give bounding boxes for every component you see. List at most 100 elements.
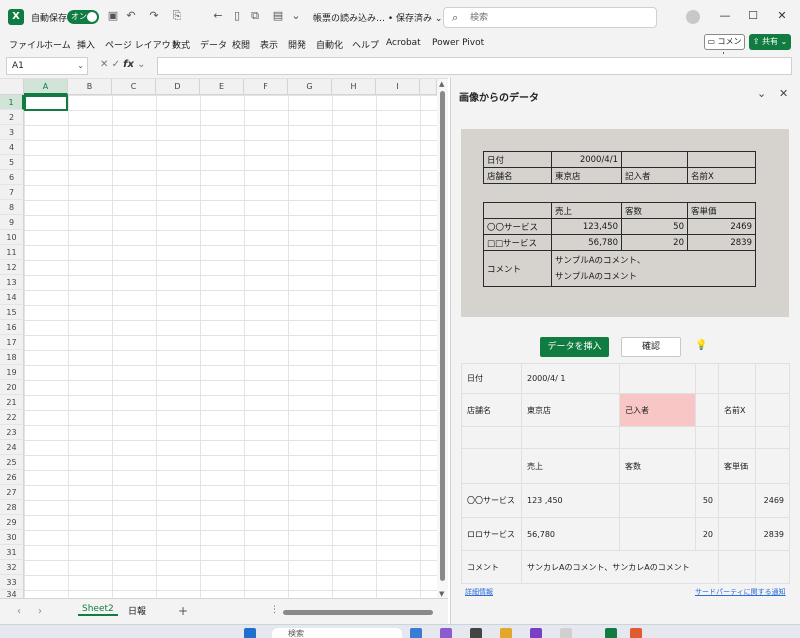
- form-icon[interactable]: ▤: [271, 9, 285, 23]
- result-cell[interactable]: 店舗名: [461, 393, 522, 427]
- row-header[interactable]: 15: [0, 305, 24, 320]
- tab-file[interactable]: ファイル: [9, 38, 45, 51]
- row-header[interactable]: 3: [0, 125, 24, 140]
- result-cell[interactable]: [695, 393, 719, 427]
- result-cell[interactable]: [718, 483, 756, 518]
- result-cell[interactable]: 123 ,450: [521, 483, 620, 518]
- scroll-down-icon[interactable]: ▼: [439, 590, 444, 598]
- result-cell[interactable]: 客単価: [718, 448, 756, 484]
- result-cell[interactable]: [619, 483, 696, 518]
- tab-insert[interactable]: 挿入: [77, 38, 95, 51]
- document-title[interactable]: 帳票の読み込み… • 保存済み ⌄: [313, 11, 442, 24]
- fx-icon[interactable]: fx: [123, 59, 134, 70]
- share-button[interactable]: ⇪ 共有 ⌄: [749, 34, 791, 50]
- result-cell[interactable]: 50: [695, 483, 719, 518]
- result-cell[interactable]: [619, 363, 696, 394]
- cell-area[interactable]: [24, 95, 437, 599]
- review-button[interactable]: 確認: [621, 337, 681, 357]
- result-cell[interactable]: 客数: [619, 448, 696, 484]
- row-header[interactable]: 30: [0, 530, 24, 545]
- column-header[interactable]: H: [332, 79, 376, 95]
- name-box[interactable]: A1 ⌄: [6, 57, 88, 75]
- row-header[interactable]: 4: [0, 140, 24, 155]
- row-header[interactable]: 16: [0, 320, 24, 335]
- result-cell[interactable]: 2000/4/ 1: [521, 363, 620, 394]
- result-cell[interactable]: 東京店: [521, 393, 620, 427]
- tab-data[interactable]: データ: [200, 38, 227, 51]
- select-all-corner[interactable]: [0, 79, 24, 95]
- scroll-thumb[interactable]: [440, 91, 445, 581]
- user-avatar[interactable]: [686, 10, 700, 24]
- result-cell[interactable]: [695, 448, 719, 484]
- result-cell[interactable]: [619, 426, 696, 449]
- pane-options-icon[interactable]: ⌄: [757, 87, 766, 100]
- file-explorer-icon[interactable]: [500, 628, 512, 638]
- result-cell[interactable]: コメント: [461, 550, 522, 584]
- row-header[interactable]: 19: [0, 365, 24, 380]
- result-cell[interactable]: [718, 550, 756, 584]
- app-icon[interactable]: [410, 628, 422, 638]
- tab-help[interactable]: ヘルプ: [352, 38, 379, 51]
- row-header[interactable]: 25: [0, 455, 24, 470]
- row-header[interactable]: 17: [0, 335, 24, 350]
- cancel-icon[interactable]: ✕: [100, 59, 108, 70]
- result-cell[interactable]: 2839: [755, 517, 790, 551]
- sheet-tab-nippo[interactable]: 日報: [124, 604, 150, 617]
- active-cell-a1[interactable]: [24, 95, 68, 111]
- row-header[interactable]: 1: [0, 95, 24, 110]
- result-cell[interactable]: [755, 550, 790, 584]
- third-party-notice-link[interactable]: サードパーティに関する通知: [695, 587, 786, 597]
- comment-button[interactable]: ▭ コメント: [704, 34, 745, 60]
- result-cell[interactable]: ロロサービス: [461, 517, 522, 551]
- sheet-next-icon[interactable]: ›: [38, 606, 42, 617]
- row-header[interactable]: 10: [0, 230, 24, 245]
- excel-taskbar-icon[interactable]: [605, 628, 617, 638]
- row-header[interactable]: 21: [0, 395, 24, 410]
- close-window-icon[interactable]: ✕: [775, 9, 789, 23]
- row-header[interactable]: 29: [0, 515, 24, 530]
- tab-review[interactable]: 校閲: [232, 38, 250, 51]
- row-header[interactable]: 28: [0, 500, 24, 515]
- redo-icon[interactable]: ↷: [147, 9, 161, 23]
- result-cell[interactable]: [718, 517, 756, 551]
- tab-view[interactable]: 表示: [260, 38, 278, 51]
- result-cell[interactable]: 日付: [461, 363, 522, 394]
- row-header[interactable]: 18: [0, 350, 24, 365]
- back-icon[interactable]: ←: [211, 9, 225, 23]
- close-pane-icon[interactable]: ✕: [779, 87, 788, 100]
- column-header[interactable]: E: [200, 79, 244, 95]
- result-cell-flagged[interactable]: 己入者: [619, 393, 696, 427]
- result-cell[interactable]: [461, 448, 522, 484]
- autosave-toggle[interactable]: オン: [67, 10, 99, 24]
- row-header[interactable]: 11: [0, 245, 24, 260]
- app-icon[interactable]: [470, 628, 482, 638]
- fx-dropdown-icon[interactable]: ⌄: [137, 59, 145, 70]
- minimize-icon[interactable]: —: [718, 9, 732, 23]
- row-header[interactable]: 6: [0, 170, 24, 185]
- tab-home[interactable]: ホーム: [44, 38, 71, 51]
- undo-icon[interactable]: ↶: [124, 9, 138, 23]
- formula-input[interactable]: [157, 57, 792, 75]
- result-cell[interactable]: 20: [695, 517, 719, 551]
- new-file-icon[interactable]: ▯: [230, 9, 244, 23]
- column-header[interactable]: F: [244, 79, 288, 95]
- row-header[interactable]: 23: [0, 425, 24, 440]
- result-cell[interactable]: 2469: [755, 483, 790, 518]
- result-cell[interactable]: [521, 426, 620, 449]
- column-header[interactable]: G: [288, 79, 332, 95]
- result-cell[interactable]: [461, 426, 522, 449]
- copy-icon[interactable]: ⧉: [248, 9, 262, 23]
- row-header[interactable]: 14: [0, 290, 24, 305]
- row-header[interactable]: 5: [0, 155, 24, 170]
- insert-data-button[interactable]: データを挿入: [540, 337, 609, 357]
- result-cell[interactable]: [718, 363, 756, 394]
- horizontal-scrollbar[interactable]: [283, 610, 433, 615]
- tab-page-layout[interactable]: ページ レイアウト: [105, 38, 180, 51]
- row-header[interactable]: 20: [0, 380, 24, 395]
- search-input[interactable]: [470, 11, 650, 24]
- result-cell[interactable]: [619, 517, 696, 551]
- app-icon[interactable]: [560, 628, 572, 638]
- row-header[interactable]: 27: [0, 485, 24, 500]
- result-cell[interactable]: [755, 448, 790, 484]
- scroll-up-icon[interactable]: ▲: [439, 80, 444, 88]
